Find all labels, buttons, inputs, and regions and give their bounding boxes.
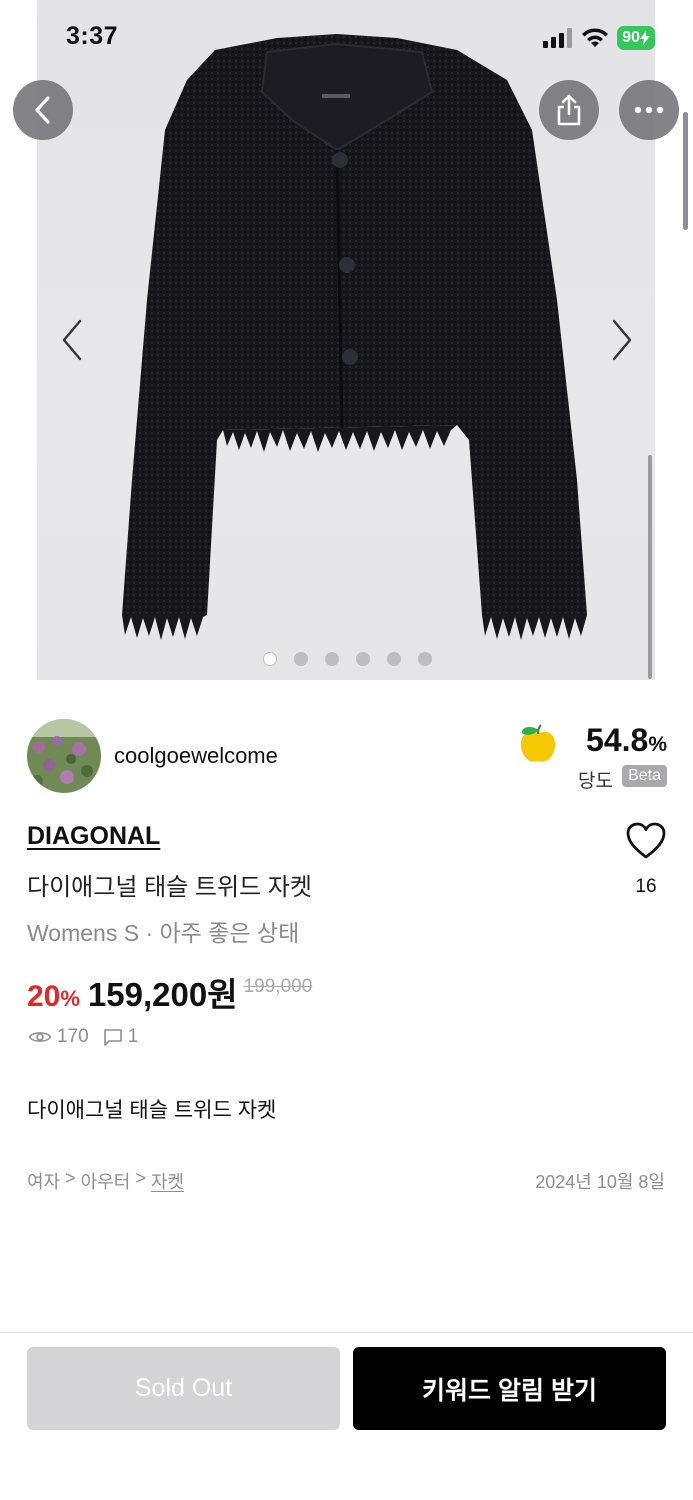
pagination-dot[interactable]: [294, 652, 308, 666]
battery-level: 90: [622, 29, 640, 46]
product-image-carousel[interactable]: 3:37 90: [0, 0, 693, 680]
heart-icon[interactable]: [626, 822, 666, 860]
seller-name[interactable]: coolgoewelcome: [114, 743, 278, 769]
more-dots-icon: [634, 106, 664, 114]
original-price: 199,000: [243, 976, 313, 997]
status-icons: 90: [543, 24, 655, 52]
product-description: 다이애그널 태슬 트위드 자켓: [27, 1099, 277, 1122]
product-meta: Womens S · 아주 좋은 상태: [27, 920, 300, 946]
discount-unit: %: [60, 986, 80, 1011]
score-number: 54.8: [586, 722, 649, 758]
score-value: 54.8%: [586, 722, 667, 759]
view-comment-stats: 170 1: [28, 1026, 138, 1048]
image-scroll-indicator: [648, 455, 652, 679]
more-options-button[interactable]: [619, 80, 679, 140]
chevron-left-icon: [35, 96, 50, 124]
carousel-pagination: [263, 652, 432, 666]
pagination-dot-active[interactable]: [263, 652, 277, 666]
next-image-arrow-icon[interactable]: [606, 318, 636, 362]
status-bar: 3:37 90: [0, 0, 693, 76]
brand-name[interactable]: DIAGONAL: [27, 822, 160, 851]
score-label: 당도: [578, 771, 613, 792]
cellular-signal-icon: [543, 28, 573, 48]
breadcrumb-separator: >: [135, 1168, 146, 1188]
comment-icon: [103, 1029, 122, 1046]
discount-number: 20: [27, 980, 61, 1013]
keyword-alert-button[interactable]: 키워드 알림 받기: [353, 1347, 666, 1430]
share-icon: [557, 94, 581, 126]
view-count: 170: [57, 1026, 89, 1047]
sweetness-score[interactable]: 54.8% 당도 Beta: [517, 720, 667, 800]
product-title: 다이애그널 태슬 트위드 자켓: [27, 874, 312, 901]
wifi-icon: [582, 27, 609, 47]
score-unit: %: [648, 733, 667, 756]
pagination-dot[interactable]: [387, 652, 401, 666]
breadcrumb-level3[interactable]: 자켓: [151, 1168, 184, 1194]
charging-bolt-icon: [640, 31, 650, 45]
pagination-dot[interactable]: [325, 652, 339, 666]
category-breadcrumb: 여자 > 아우터 > 자켓: [27, 1168, 184, 1194]
avatar-image: [27, 719, 101, 793]
pagination-dot[interactable]: [418, 652, 432, 666]
sold-out-button[interactable]: Sold Out: [27, 1347, 340, 1430]
eye-icon: [28, 1032, 52, 1042]
price-row: 20% 159,200원 199,000: [27, 968, 312, 1016]
bottom-bar-divider: [0, 1332, 693, 1333]
beta-badge: Beta: [622, 765, 667, 787]
battery-indicator: 90: [617, 26, 655, 50]
sale-price: 159,200원: [87, 976, 238, 1013]
back-button[interactable]: [13, 80, 73, 140]
posted-date: 2024년 10월 8일: [535, 1172, 665, 1192]
status-time: 3:37: [66, 22, 119, 50]
breadcrumb-level2[interactable]: 아우터: [81, 1168, 131, 1194]
like-count: 16: [635, 876, 657, 897]
breadcrumb-level1[interactable]: 여자: [27, 1168, 60, 1194]
seller-avatar[interactable]: [27, 719, 101, 793]
previous-image-arrow-icon[interactable]: [58, 318, 88, 362]
pagination-dot[interactable]: [356, 652, 370, 666]
discount-rate: 20%: [27, 980, 80, 1014]
apple-icon: [520, 724, 556, 762]
page-scroll-indicator: [683, 112, 688, 230]
comment-count: 1: [127, 1026, 139, 1047]
breadcrumb-separator: >: [65, 1168, 76, 1188]
share-button[interactable]: [539, 80, 599, 140]
